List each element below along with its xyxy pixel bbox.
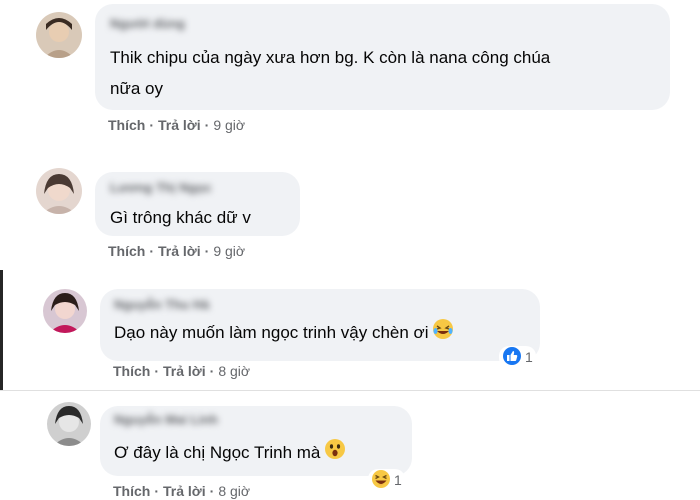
comment-1: Người dùng Thik chipu của ngày xưa hơn b… [0,0,700,150]
reply-link[interactable]: Trả lời [158,243,201,259]
timestamp[interactable]: 8 giờ [218,483,250,499]
separator: · [209,483,215,499]
reaction-count-value: 1 [525,349,533,365]
comment-2: Lương Thị Ngọc Gì trông khác dữ v Thích ·… [0,150,700,275]
laughing-face-icon [432,318,454,350]
comment-actions: Thích · Trả lời · 9 giờ [108,117,245,133]
avatar[interactable] [43,289,87,333]
comment-4: Nguyễn Mai Linh Ơ đây là chị Ngọc Trinh … [0,390,700,500]
like-link[interactable]: Thích [108,117,145,133]
separator: · [204,117,210,133]
comment-author[interactable]: Lương Thị Ngọc [110,180,212,195]
haha-reaction-icon [371,469,391,492]
separator: · [204,243,210,259]
reaction-count[interactable]: 1 [499,346,536,368]
like-reaction-icon [502,346,522,369]
comment-author[interactable]: Nguyễn Thu Hà [114,297,209,312]
timestamp[interactable]: 9 giờ [213,117,245,133]
comment-text-line1: Gì trông khác dữ v [110,208,251,227]
comment-text-line1: Dạo này muốn làm ngọc trinh vậy chèn ơi [114,317,454,350]
surprised-face-icon [324,438,346,470]
separator: · [149,117,155,133]
reply-link[interactable]: Trả lời [163,483,206,499]
reaction-count[interactable]: 1 [368,469,405,491]
separator: · [149,243,155,259]
comment-text: Ơ đây là chị Ngọc Trinh mà [114,443,321,462]
like-link[interactable]: Thích [108,243,145,259]
reply-link[interactable]: Trả lời [158,117,201,133]
comment-text-line1: Thik chipu của ngày xưa hơn bg. K còn là… [110,48,551,67]
timestamp[interactable]: 9 giờ [213,243,245,259]
comment-text: Dạo này muốn làm ngọc trinh vậy chèn ơi [114,323,429,342]
comment-actions: Thích · Trả lời · 8 giờ [113,363,250,379]
comment-author[interactable]: Người dùng [110,16,185,31]
comment-text-line1: Ơ đây là chị Ngọc Trinh mà [114,437,346,470]
comment-text-line2: nữa oy [110,79,163,98]
comment-actions: Thích · Trả lời · 8 giờ [113,483,250,499]
comment-actions: Thích · Trả lời · 9 giờ [108,243,245,259]
reaction-count-value: 1 [394,472,402,488]
reply-link[interactable]: Trả lời [163,363,206,379]
like-link[interactable]: Thích [113,483,150,499]
like-link[interactable]: Thích [113,363,150,379]
avatar[interactable] [36,168,82,214]
avatar[interactable] [47,402,91,446]
avatar[interactable] [36,12,82,58]
separator: · [154,363,160,379]
comment-author[interactable]: Nguyễn Mai Linh [114,412,218,427]
separator: · [154,483,160,499]
timestamp[interactable]: 8 giờ [218,363,250,379]
comment-3: Nguyễn Thu Hà Dạo này muốn làm ngọc trin… [0,275,700,390]
separator: · [209,363,215,379]
